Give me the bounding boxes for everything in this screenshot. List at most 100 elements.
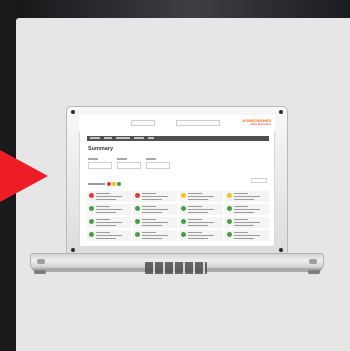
card-text-line bbox=[188, 209, 214, 210]
status-dot-icon bbox=[181, 206, 186, 211]
status-card bbox=[87, 204, 131, 215]
card-text-line bbox=[96, 212, 116, 213]
screen-nav-bar bbox=[87, 136, 269, 141]
nav-item bbox=[116, 137, 130, 139]
laptop-screen: KONECRANES Lifting Businesses Summary bbox=[79, 115, 275, 247]
laptop-foot bbox=[34, 270, 46, 274]
card-text-line bbox=[96, 238, 116, 239]
legend-label bbox=[88, 183, 105, 185]
photo-scene: KONECRANES Lifting Businesses Summary bbox=[0, 0, 350, 351]
status-card bbox=[133, 204, 177, 215]
card-text-line bbox=[188, 193, 202, 194]
bezel-screw bbox=[279, 248, 283, 252]
status-dot-icon bbox=[227, 219, 232, 224]
card-text-line bbox=[188, 222, 214, 223]
card-text-line bbox=[96, 235, 122, 236]
nav-item bbox=[148, 137, 154, 139]
card-text-line bbox=[234, 238, 254, 239]
status-card bbox=[225, 230, 269, 241]
filter-label bbox=[88, 158, 98, 160]
status-dot-icon bbox=[181, 193, 186, 198]
card-text-line bbox=[96, 232, 110, 233]
status-dot-icon bbox=[227, 232, 232, 237]
filter-select bbox=[88, 162, 112, 169]
status-card bbox=[179, 230, 223, 241]
rubber-pad bbox=[37, 259, 45, 264]
status-card bbox=[179, 217, 223, 228]
nav-item bbox=[90, 137, 100, 139]
status-dot-icon bbox=[135, 193, 140, 198]
brand-logo: KONECRANES Lifting Businesses bbox=[231, 118, 271, 126]
card-text-line bbox=[234, 209, 260, 210]
status-dot-icon bbox=[89, 206, 94, 211]
card-text-line bbox=[188, 235, 214, 236]
card-text-line bbox=[142, 193, 156, 194]
card-text-line bbox=[142, 206, 156, 207]
status-dot-icon bbox=[89, 193, 94, 198]
status-dot-icon bbox=[135, 219, 140, 224]
filter-label bbox=[146, 158, 156, 160]
card-text-line bbox=[96, 199, 116, 200]
brand-tagline: Lifting Businesses bbox=[250, 123, 271, 126]
laptop-lid: KONECRANES Lifting Businesses Summary bbox=[66, 106, 288, 256]
nav-item bbox=[134, 137, 144, 139]
card-text-line bbox=[96, 225, 116, 226]
card-text-line bbox=[234, 206, 248, 207]
card-text-line bbox=[96, 206, 110, 207]
card-text-line bbox=[234, 219, 248, 220]
card-text-line bbox=[142, 219, 156, 220]
page-title: Summary bbox=[88, 146, 114, 152]
card-text-line bbox=[96, 209, 122, 210]
cooling-vents bbox=[145, 262, 207, 274]
status-card bbox=[87, 230, 131, 241]
card-text-line bbox=[188, 199, 208, 200]
screen-search-field bbox=[131, 120, 155, 126]
screen-topbar: KONECRANES Lifting Businesses bbox=[79, 115, 275, 131]
card-text-line bbox=[142, 222, 168, 223]
screen-account-field bbox=[176, 120, 220, 126]
status-dot-icon bbox=[135, 206, 140, 211]
status-card bbox=[133, 191, 177, 202]
card-text-line bbox=[142, 209, 168, 210]
status-card bbox=[179, 191, 223, 202]
card-text-line bbox=[234, 225, 254, 226]
card-text-line bbox=[142, 238, 162, 239]
card-text-line bbox=[96, 222, 122, 223]
card-text-line bbox=[142, 232, 156, 233]
legend-dot bbox=[117, 182, 121, 186]
red-arrow-icon bbox=[0, 150, 48, 202]
card-text-line bbox=[234, 232, 248, 233]
status-dot-icon bbox=[181, 232, 186, 237]
card-text-line bbox=[142, 212, 162, 213]
status-dot-icon bbox=[135, 232, 140, 237]
status-card bbox=[225, 191, 269, 202]
bezel-screw bbox=[71, 110, 75, 114]
card-text-line bbox=[142, 235, 168, 236]
status-card-grid bbox=[87, 191, 269, 247]
status-card bbox=[225, 217, 269, 228]
laptop-foot bbox=[308, 270, 320, 274]
bezel-screw bbox=[71, 248, 75, 252]
legend-dot bbox=[107, 182, 111, 186]
legend-dot bbox=[112, 182, 116, 186]
card-text-line bbox=[96, 193, 110, 194]
status-dot-icon bbox=[181, 219, 186, 224]
card-text-line bbox=[188, 212, 208, 213]
card-text-line bbox=[188, 219, 202, 220]
status-dot-icon bbox=[89, 219, 94, 224]
status-card bbox=[87, 217, 131, 228]
status-card bbox=[133, 230, 177, 241]
card-text-line bbox=[96, 196, 122, 197]
card-text-line bbox=[142, 225, 162, 226]
card-text-line bbox=[188, 232, 202, 233]
card-text-line bbox=[234, 222, 260, 223]
screen-small-button bbox=[251, 178, 267, 183]
card-text-line bbox=[234, 196, 260, 197]
card-text-line bbox=[188, 225, 208, 226]
card-text-line bbox=[96, 219, 110, 220]
card-text-line bbox=[188, 206, 202, 207]
nav-item bbox=[104, 137, 112, 139]
card-text-line bbox=[234, 199, 254, 200]
card-text-line bbox=[188, 196, 214, 197]
bezel-screw bbox=[279, 110, 283, 114]
